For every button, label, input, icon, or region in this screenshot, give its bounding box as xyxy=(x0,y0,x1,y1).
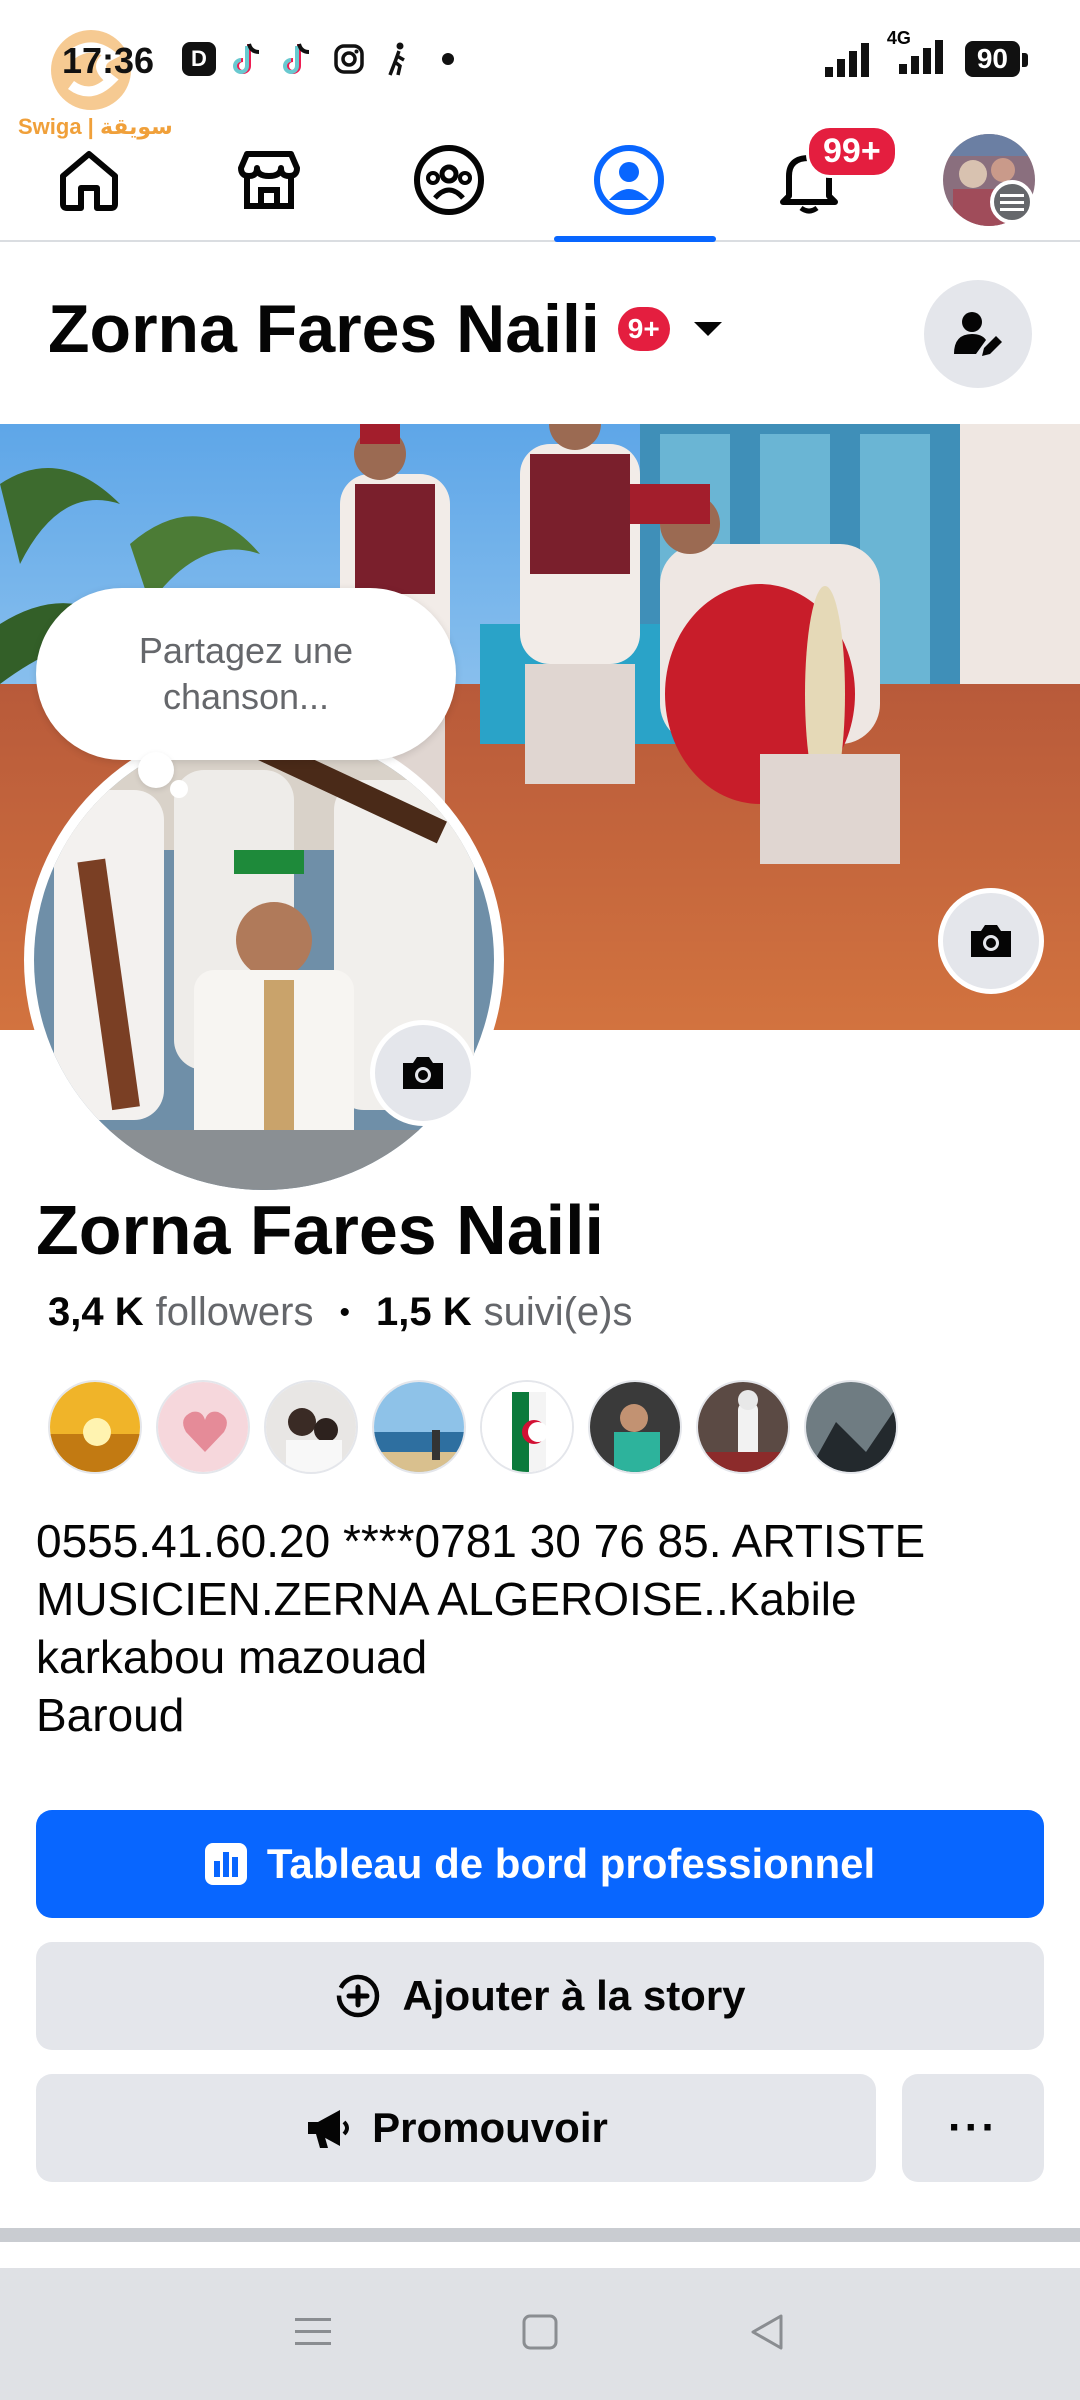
followers-label[interactable]: followers xyxy=(156,1290,314,1335)
friend-avatar[interactable] xyxy=(804,1380,898,1474)
friend-avatar[interactable] xyxy=(372,1380,466,1474)
signal-icon xyxy=(824,42,869,77)
camera-icon xyxy=(971,925,1011,957)
promote-button[interactable]: Promouvoir xyxy=(36,2074,876,2182)
friend-avatar[interactable] xyxy=(696,1380,790,1474)
friends-preview xyxy=(48,1380,898,1474)
notification-badge: 99+ xyxy=(806,125,898,178)
note-bubble-tail xyxy=(138,752,174,788)
person-edit-icon xyxy=(954,312,1002,356)
nav-groups[interactable] xyxy=(374,120,524,240)
back-system-button[interactable] xyxy=(747,2312,787,2357)
status-bar: Swiga | سويقة 17:36 D 4G 90 xyxy=(0,0,1080,139)
camera-icon xyxy=(403,1057,443,1089)
add-to-story-button[interactable]: Ajouter à la story xyxy=(36,1942,1044,2050)
promote-label: Promouvoir xyxy=(372,2104,608,2151)
chevron-down-icon xyxy=(693,322,722,336)
profile-name: Zorna Fares Naili xyxy=(36,1191,604,1269)
megaphone-icon xyxy=(308,2110,350,2148)
friend-avatar[interactable] xyxy=(264,1380,358,1474)
friend-avatar[interactable] xyxy=(156,1380,250,1474)
bar-chart-icon xyxy=(204,1843,247,1885)
menu-lines-icon xyxy=(295,2317,332,2345)
nav-profile[interactable] xyxy=(554,120,716,242)
more-options-button[interactable]: ··· xyxy=(902,2074,1044,2182)
header-badge: 9+ xyxy=(617,307,670,351)
marketplace-icon xyxy=(238,151,300,209)
profile-switcher[interactable]: Zorna Fares Naili 9+ xyxy=(48,290,722,368)
add-to-story-label: Ajouter à la story xyxy=(402,1972,746,2019)
friend-avatar[interactable] xyxy=(480,1380,574,1474)
followers-count[interactable]: 3,4 K xyxy=(48,1290,144,1335)
tiktok-icon xyxy=(282,42,316,76)
nav-marketplace[interactable] xyxy=(194,120,344,240)
d-app-icon: D xyxy=(182,42,216,76)
instagram-icon xyxy=(332,42,366,76)
header-name: Zorna Fares Naili xyxy=(48,291,600,367)
nav-menu[interactable] xyxy=(914,120,1064,240)
status-app-icons: D xyxy=(182,42,454,76)
home-system-button[interactable] xyxy=(520,2312,560,2357)
edit-cover-button[interactable] xyxy=(938,888,1044,994)
edit-profile-button[interactable] xyxy=(924,280,1032,388)
system-navigation-bar xyxy=(0,2268,1080,2400)
network-label: 4G xyxy=(886,28,911,48)
walking-icon xyxy=(382,42,416,76)
recent-apps-button[interactable] xyxy=(293,2312,333,2357)
battery-indicator: 90 xyxy=(964,40,1029,77)
nav-home[interactable] xyxy=(14,120,164,240)
home-icon xyxy=(60,151,118,211)
square-icon xyxy=(522,2314,558,2349)
section-divider xyxy=(0,2228,1080,2242)
profile-stats: 3,4 K followers • 1,5 K suivi(e)s xyxy=(48,1290,632,1335)
add-story-icon xyxy=(337,1974,380,2018)
status-time: 17:36 xyxy=(62,40,155,81)
professional-dashboard-button[interactable]: Tableau de bord professionnel xyxy=(36,1810,1044,1918)
note-bubble-tail-small xyxy=(170,780,188,798)
stats-separator: • xyxy=(339,1295,350,1329)
menu-icon xyxy=(990,180,1034,224)
friend-avatar[interactable] xyxy=(48,1380,142,1474)
professional-dashboard-label: Tableau de bord professionnel xyxy=(266,1840,876,1887)
top-navigation xyxy=(0,120,1080,242)
following-label[interactable]: suivi(e)s xyxy=(484,1290,633,1335)
groups-icon xyxy=(414,145,484,215)
friend-avatar[interactable] xyxy=(588,1380,682,1474)
profile-icon xyxy=(594,145,664,215)
status-right: 4G 90 xyxy=(824,28,1029,79)
notification-dot-icon xyxy=(442,53,454,65)
tiktok-icon xyxy=(232,42,266,76)
back-triangle-icon xyxy=(751,2314,783,2349)
edit-profile-picture-button[interactable] xyxy=(370,1020,476,1126)
note-bubble[interactable]: Partagez une chanson... xyxy=(36,588,456,760)
profile-picture[interactable] xyxy=(24,720,504,1200)
more-options-label: ··· xyxy=(948,2103,998,2152)
profile-bio: 0555.41.60.20 ****0781 30 76 85. ARTISTE… xyxy=(36,1515,926,1741)
following-count[interactable]: 1,5 K xyxy=(376,1290,472,1335)
signal-4g-icon: 4G xyxy=(887,28,947,79)
